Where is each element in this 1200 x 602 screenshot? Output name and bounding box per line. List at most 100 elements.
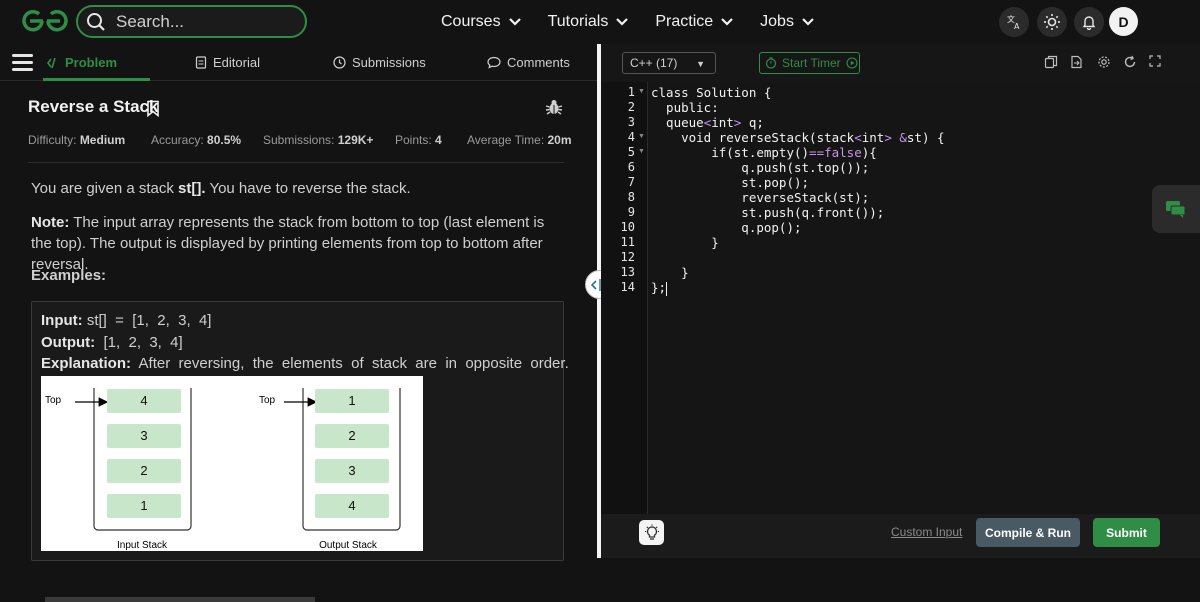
lightbulb-icon [644, 524, 659, 540]
fold-caret-icon[interactable]: ▼ [638, 148, 645, 155]
chevron-down-icon [508, 18, 521, 26]
bug-icon[interactable] [545, 98, 563, 116]
line-number: 1 [627, 85, 635, 99]
bookmark-icon[interactable] [146, 100, 160, 117]
problem-note: Note: The input array represents the sta… [31, 212, 566, 275]
nav-courses-label: Courses [441, 13, 501, 30]
problem-title: Reverse a Stack [28, 97, 159, 116]
nav-practice[interactable]: Practice [655, 13, 734, 31]
comment-icon [487, 56, 501, 69]
notifications-button[interactable] [1074, 7, 1104, 37]
sun-icon [1044, 14, 1060, 30]
example-output: Output: [1, 2, 3, 4] [41, 334, 183, 351]
input-stack-cell-label: 4 [140, 393, 147, 408]
line-number: 10 [620, 220, 635, 234]
code-line: void reverseStack(stack<int> &st) { [651, 130, 945, 145]
divider [28, 162, 564, 163]
fullscreen-icon[interactable] [1149, 55, 1161, 67]
theme-toggle-button[interactable] [1037, 7, 1067, 37]
line-number: 12 [620, 250, 635, 264]
line-number: 14 [620, 280, 635, 294]
difficulty-value: Medium [79, 133, 126, 147]
submissions-label: Submissions: [263, 133, 335, 147]
nav-courses[interactable]: Courses [441, 13, 522, 31]
points-label: Points: [395, 133, 432, 147]
tab-comments[interactable]: Comments [487, 44, 570, 81]
input-value: st[] = [1, 2, 3, 4] [82, 312, 212, 329]
tab-problem[interactable]: Problem [47, 44, 117, 81]
nav-tutorials[interactable]: Tutorials [548, 13, 630, 31]
code-line: public: [651, 100, 719, 115]
output-stack-cell-label: 1 [348, 393, 355, 408]
avg-time-meta: Average Time: 20m [467, 133, 572, 147]
output-stack-cell-label: 2 [348, 428, 355, 443]
editor-footer: Custom Input Compile & Run Submit [601, 514, 1200, 558]
language-select[interactable]: C++ (17) ▼ [622, 52, 716, 74]
output-stack-cell-label: 3 [348, 463, 355, 478]
line-number: 13 [620, 265, 635, 279]
submissions-value: 129K+ [337, 133, 374, 147]
chat-icon [1166, 201, 1186, 218]
code-editor[interactable]: class Solution { public: queue<int> q; v… [647, 82, 1200, 514]
code-line: queue<int> q; [651, 115, 764, 130]
custom-input-link[interactable]: Custom Input [891, 525, 962, 539]
line-number: 11 [620, 235, 635, 249]
chevron-down-icon [616, 18, 629, 26]
editor-panel: C++ (17) ▼ Start Timer 1 ▼ 2 3 4 ▼ 5 ▼ 6 7 8 9 10 11 12… [601, 44, 1200, 558]
difficulty-label: Difficulty: [28, 133, 77, 147]
active-tab-indicator [43, 78, 150, 81]
tab-submissions[interactable]: Submissions [333, 44, 426, 81]
line-number: 4 [627, 130, 635, 144]
points-value: 4 [435, 133, 442, 147]
menu-icon[interactable] [12, 54, 33, 71]
nav-jobs[interactable]: Jobs [760, 13, 815, 31]
submit-button[interactable]: Submit [1093, 518, 1160, 547]
caret-down-icon: ▼ [696, 59, 705, 69]
start-timer-button[interactable]: Start Timer [759, 52, 860, 74]
problem-tabs: Problem Editorial Submissions Comments [0, 44, 597, 81]
user-avatar[interactable]: D [1109, 7, 1138, 36]
output-value: [1, 2, 3, 4] [95, 334, 183, 351]
line-number: 7 [627, 175, 635, 189]
bell-icon [1082, 16, 1096, 30]
search-input[interactable]: Search... [116, 12, 184, 32]
chat-button[interactable] [1152, 185, 1200, 233]
fold-caret-icon[interactable]: ▼ [638, 133, 645, 140]
play-icon [846, 57, 858, 69]
fold-caret-icon[interactable]: ▼ [638, 88, 645, 95]
reset-icon[interactable] [1123, 55, 1137, 69]
chevron-down-icon [802, 18, 814, 26]
explanation-value: After reversing, the elements of stack a… [131, 355, 569, 372]
tab-editorial[interactable]: Editorial [195, 44, 260, 81]
stack-diagram: Top 4 3 2 1 Input Stack Top 1 2 3 4 Output Sta… [41, 376, 423, 551]
example-input: Input: st[] = [1, 2, 3, 4] [41, 312, 211, 329]
input-stack-cell-label: 1 [140, 498, 147, 513]
line-number-gutter: 1 ▼ 2 3 4 ▼ 5 ▼ 6 7 8 9 10 11 12 13 14 [601, 82, 647, 514]
compile-run-button[interactable]: Compile & Run [976, 518, 1080, 547]
problem-panel: Problem Editorial Submissions Comments R… [0, 44, 597, 602]
tab-problem-label: Problem [65, 55, 118, 70]
search-bar[interactable]: Search... [76, 5, 307, 38]
statement-bold: st[]. [178, 180, 206, 197]
line-number: 9 [627, 205, 635, 219]
input-stack-caption: Input Stack [117, 540, 168, 551]
tab-editorial-label: Editorial [213, 55, 260, 70]
output-label: Output: [41, 334, 96, 351]
code-line: st.push(q.front()); [651, 205, 885, 220]
code-line: if(st.empty()==false){ [651, 145, 877, 160]
file-export-icon[interactable] [1070, 55, 1084, 69]
input-stack-cell-label: 2 [140, 463, 147, 478]
copy-icon[interactable] [1044, 55, 1058, 69]
line-number: 8 [627, 190, 635, 204]
text-cursor [666, 281, 668, 296]
tab-submissions-label: Submissions [352, 55, 426, 70]
example-box: Input: st[] = [1, 2, 3, 4] Output: [1, 2… [31, 301, 569, 561]
horizontal-scrollbar[interactable] [45, 597, 315, 602]
input-label: Input: [41, 312, 83, 329]
gfg-logo-icon[interactable] [22, 8, 68, 34]
line-number: 5 [627, 145, 635, 159]
hint-button[interactable] [639, 520, 664, 545]
stack-diagram-svg: Top 4 3 2 1 Input Stack Top 1 2 3 4 Output Sta… [45, 388, 401, 551]
translate-button[interactable]: 文A [999, 7, 1029, 37]
settings-gear-icon[interactable] [1097, 55, 1111, 69]
